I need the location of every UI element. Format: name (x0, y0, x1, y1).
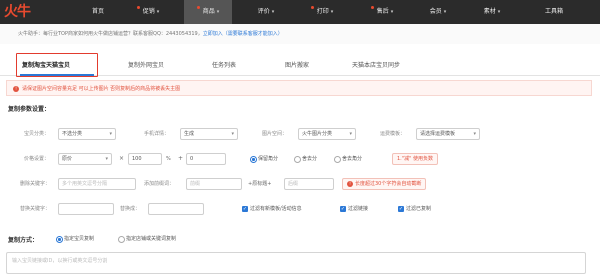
nav-label: 工具箱 (544, 8, 563, 15)
params-section-title: 复制参数设置： (8, 106, 51, 113)
price-base-select[interactable]: 原价 ▾ (58, 153, 112, 165)
nav-item-materials[interactable]: 素材 ▾ (472, 0, 512, 24)
round-remove-fen-radio[interactable]: 舍去分 (294, 153, 317, 165)
nav-label: 售后 (376, 8, 389, 15)
filter-links-checkbox[interactable]: 过滤链接 (340, 203, 368, 215)
replace-keyword-label: 替换关键字： (20, 206, 51, 212)
chevron-down-icon: ▾ (271, 9, 275, 15)
nav-item-after-sales[interactable]: 售后 ▾ (360, 0, 404, 24)
nav-item-print[interactable]: 打印 ▾ (300, 0, 344, 24)
price-tip-badge: 1."减" 使用负数 (392, 153, 438, 165)
new-dot-icon (310, 6, 314, 9)
notice-join-link[interactable]: 立即加入（需要联系客服才能加入） (203, 31, 283, 37)
filter-copied-checkbox[interactable]: 过滤已复制 (398, 203, 431, 215)
shipping-template-label: 运费模板： (380, 131, 406, 137)
tab-image-move[interactable]: 图片搬家 (285, 56, 309, 76)
price-percent-input[interactable]: 100 (128, 153, 162, 165)
plus-sign: + (178, 155, 184, 162)
chevron-down-icon: ▾ (105, 156, 108, 162)
title-prefix-label: 添加前缀词： (144, 181, 175, 187)
category-select-value: 不选分类 (62, 131, 83, 137)
chevron-down-icon: ▾ (443, 9, 447, 15)
nav-label: 促销 (142, 8, 155, 15)
nav-label: 评价 (257, 8, 270, 15)
nav-label: 会员 (429, 8, 442, 15)
mobile-detail-select-value: 生成 (184, 131, 195, 137)
top-nav-bar: 火牛 首页 促销 ▾ 商品 ▾ 评价 ▾ 打印 ▾ 售后 ▾ 会员 ▾ 素材 ▾ 工具箱 (0, 0, 600, 24)
delete-keyword-input[interactable]: 多个用英文逗号分隔 (58, 178, 136, 190)
multiply-sign: × (119, 155, 125, 162)
chevron-down-icon: ▾ (216, 9, 220, 15)
notice-bar: 火牛助手：每行业TOP商家如何用火牛做店铺运营？联系客服QQ：244305431… (0, 24, 600, 44)
shipping-template-select-value: 请选择运费模板 (420, 131, 456, 137)
image-space-select[interactable]: 火牛图片分类 ▾ (298, 128, 356, 140)
nav-item-promotion[interactable]: 促销 ▾ (126, 0, 170, 24)
chevron-down-icon: ▾ (231, 131, 234, 137)
image-space-label: 图片空间： (262, 131, 288, 137)
image-space-select-value: 火牛图片分类 (302, 131, 333, 137)
nav-label: 首页 (91, 8, 104, 15)
copy-mode-label: 复制方式： (8, 237, 39, 244)
title-length-warning: ! 长度超过30个字符会自动截断 (342, 178, 427, 190)
shipping-template-select[interactable]: 请选择运费模板 ▾ (416, 128, 480, 140)
original-title-label: +原标题+ (248, 181, 272, 187)
mobile-detail-select[interactable]: 生成 ▾ (180, 128, 238, 140)
warning-banner: ! 请保证图片空间容量充足 可以上传图片 否则复制后的商品将被丢失主图 (6, 80, 592, 96)
warning-icon: ! (13, 86, 19, 92)
price-add-input[interactable]: 0 (186, 153, 226, 165)
title-prefix-input[interactable]: 前缀 (186, 178, 242, 190)
round-remove-jiao-radio[interactable]: 舍去角分 (334, 153, 362, 165)
round-keep-radio[interactable]: 保留角分 (250, 153, 278, 165)
replace-keyword-input[interactable] (58, 203, 114, 215)
chevron-down-icon: ▾ (330, 9, 334, 15)
nav-item-toolbox[interactable]: 工具箱 (532, 0, 576, 24)
copy-mode-shop-keyword-radio[interactable]: 指定店铺或关键词复制 (118, 233, 176, 245)
item-url-textarea[interactable]: 输入宝贝链接或ID，以换行或英文逗号分割 (6, 252, 586, 274)
nav-item-home[interactable]: 首页 (80, 0, 116, 24)
chevron-down-icon: ▾ (349, 131, 352, 137)
price-base-select-value: 原价 (62, 156, 73, 162)
chevron-down-icon: ▾ (109, 131, 112, 137)
nav-label: 素材 (483, 8, 496, 15)
new-dot-icon (136, 6, 140, 9)
tab-task-list[interactable]: 任务列表 (212, 56, 236, 76)
nav-label: 打印 (316, 8, 329, 15)
new-dot-icon (196, 6, 200, 9)
nav-item-reviews[interactable]: 评价 ▾ (246, 0, 286, 24)
nav-item-members[interactable]: 会员 ▾ (418, 0, 458, 24)
title-length-warning-text: 长度超过30个字符会自动截断 (355, 181, 422, 187)
mobile-detail-label: 手机详情： (144, 131, 170, 137)
delete-keyword-label: 删除关键字： (20, 181, 51, 187)
replace-with-input[interactable] (148, 203, 204, 215)
category-label: 宝贝分类： (24, 131, 50, 137)
chevron-down-icon: ▾ (497, 9, 501, 15)
replace-with-label: 替换成： (120, 206, 141, 212)
nav-item-products[interactable]: 商品 ▾ (184, 0, 232, 24)
warning-text: 请保证图片空间容量充足 可以上传图片 否则复制后的商品将被丢失主图 (22, 86, 181, 92)
nav-label: 商品 (202, 8, 215, 15)
price-tip-text: 1."减" 使用负数 (397, 156, 433, 162)
highlight-box (16, 53, 98, 77)
new-dot-icon (370, 6, 374, 9)
category-select[interactable]: 不选分类 ▾ (58, 128, 116, 140)
chevron-down-icon: ▾ (390, 9, 394, 15)
copy-mode-specified-radio[interactable]: 指定宝贝复制 (56, 233, 94, 245)
title-suffix-input[interactable]: 后缀 (284, 178, 334, 190)
tab-tmall-sync[interactable]: 天猫本店宝贝同步 (352, 56, 400, 76)
warning-icon: ! (347, 181, 353, 187)
tab-copy-external[interactable]: 复制外网宝贝 (128, 56, 164, 76)
percent-unit: % (166, 156, 171, 162)
filter-template-checkbox[interactable]: 过滤有新模板/活动信息 (242, 203, 302, 215)
price-setting-label: 价格设置： (24, 156, 50, 162)
notice-text: 火牛助手：每行业TOP商家如何用火牛做店铺运营？联系客服QQ：244305431… (18, 31, 203, 37)
chevron-down-icon: ▾ (156, 9, 160, 15)
chevron-down-icon: ▾ (473, 131, 476, 137)
brand-logo[interactable]: 火牛 (4, 3, 44, 21)
